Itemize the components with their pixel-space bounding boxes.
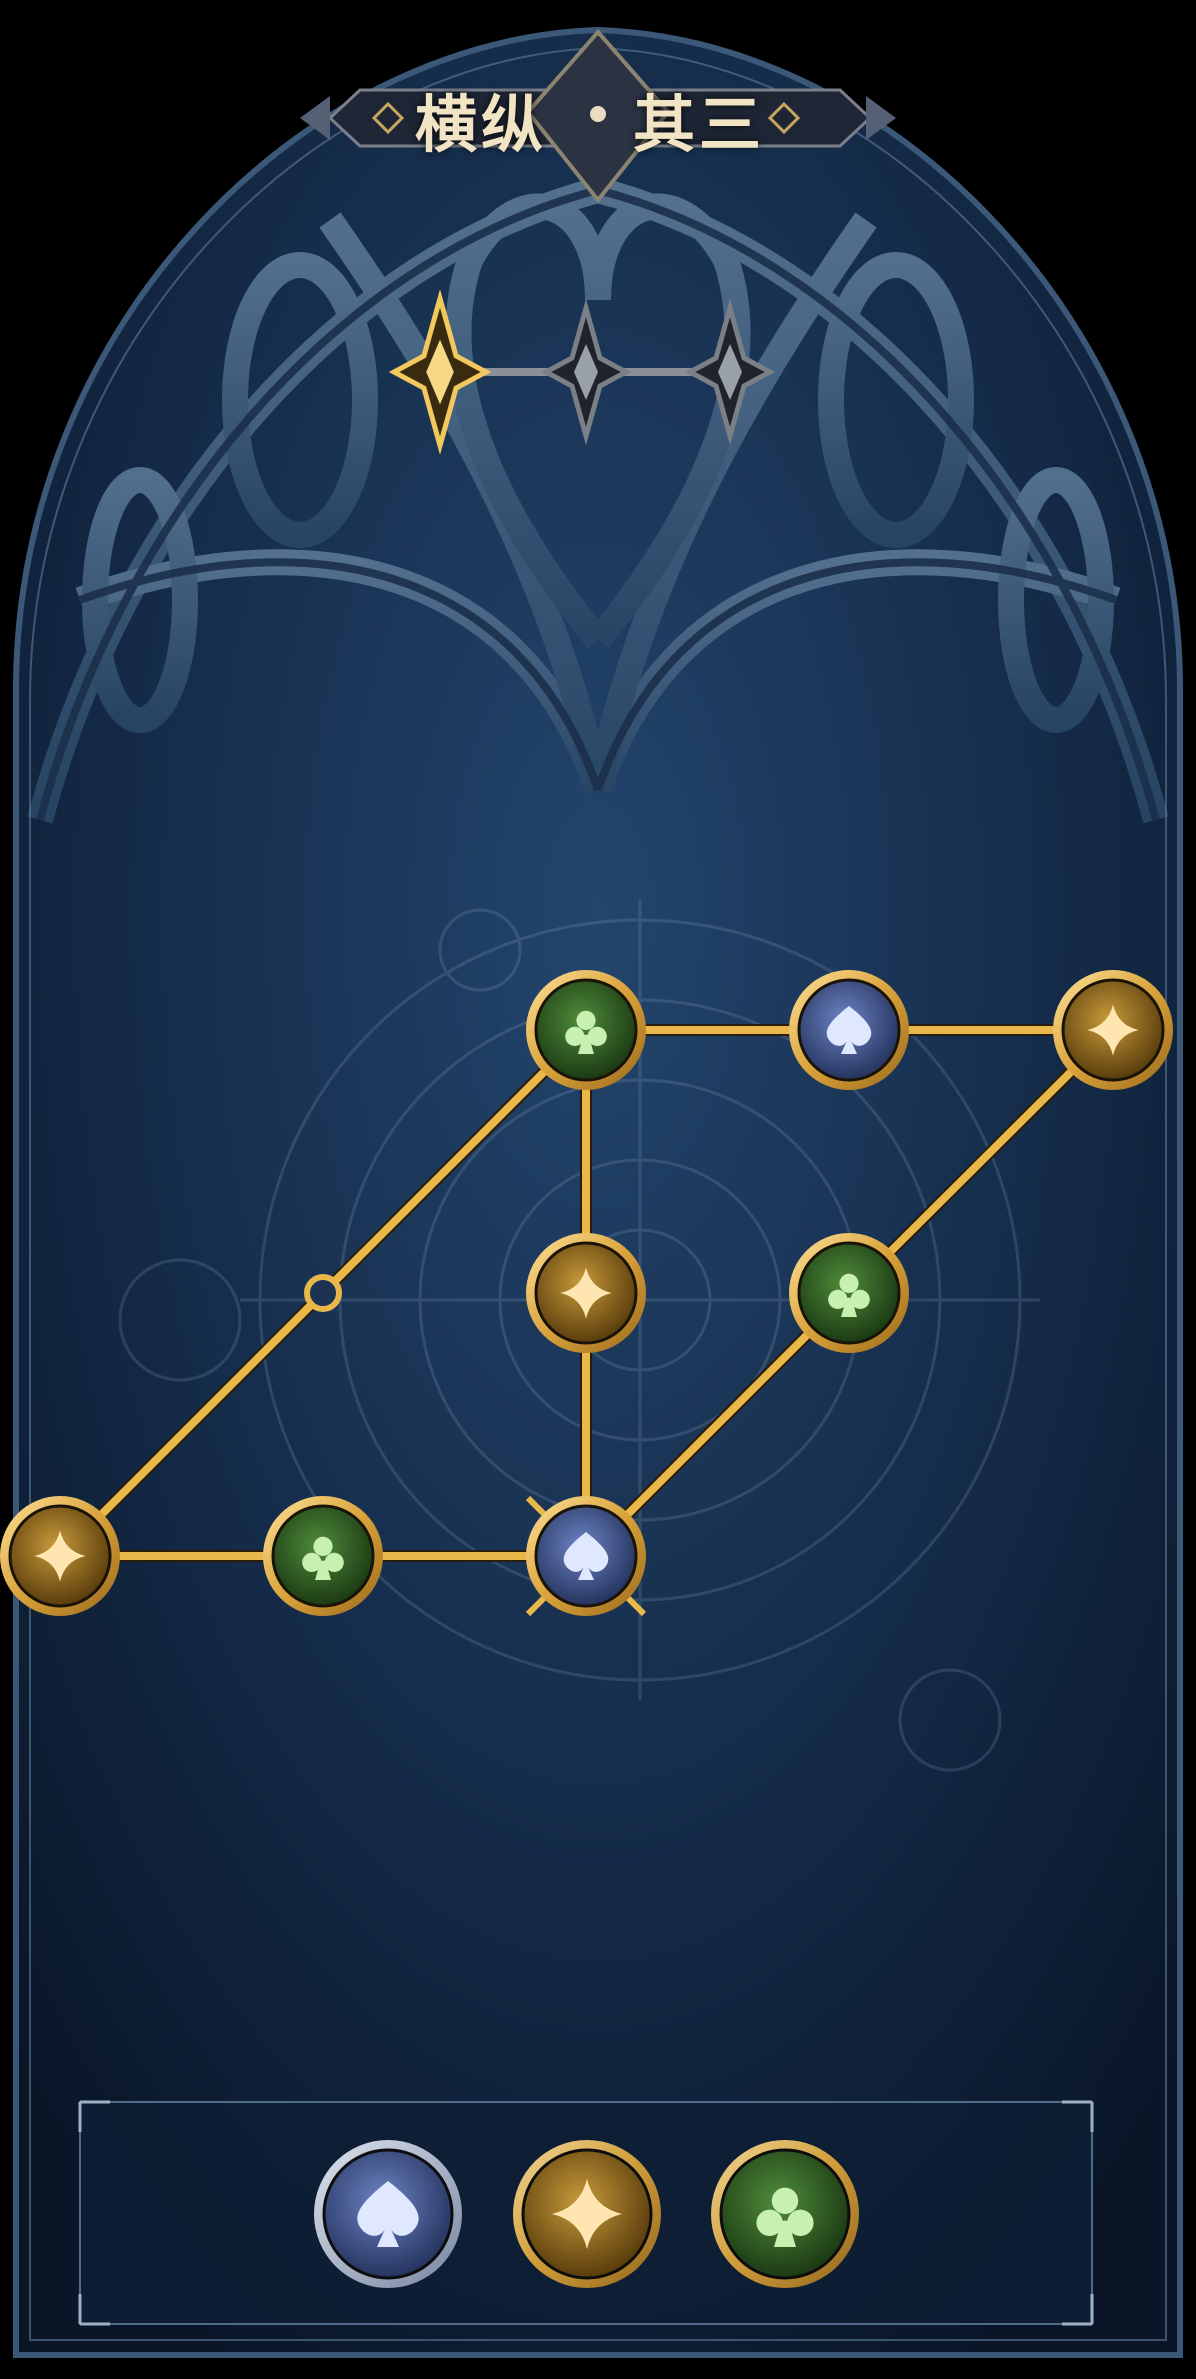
tray-token-club[interactable]: [711, 2140, 859, 2288]
board-node-club[interactable]: [789, 1233, 909, 1353]
page-title: 横纵 其三: [300, 74, 880, 164]
game-board-canvas: [0, 26, 1183, 2358]
tray-tokens: [314, 2140, 859, 2288]
board-node-spade[interactable]: [789, 970, 909, 1090]
board-node-diamond[interactable]: [526, 1233, 646, 1353]
board-node-diamond[interactable]: [0, 1496, 120, 1616]
board-node-club[interactable]: [526, 970, 646, 1090]
board-node-club[interactable]: [263, 1496, 383, 1616]
empty-slot[interactable]: [304, 1274, 342, 1312]
tray-token-diamond[interactable]: [513, 2140, 661, 2288]
title-right: 其三: [633, 88, 766, 161]
tray-token-spade[interactable]: [314, 2140, 462, 2288]
board-node-spade[interactable]: [525, 1495, 647, 1617]
board-node-diamond[interactable]: [1053, 970, 1173, 1090]
title-left: 横纵: [414, 88, 547, 161]
